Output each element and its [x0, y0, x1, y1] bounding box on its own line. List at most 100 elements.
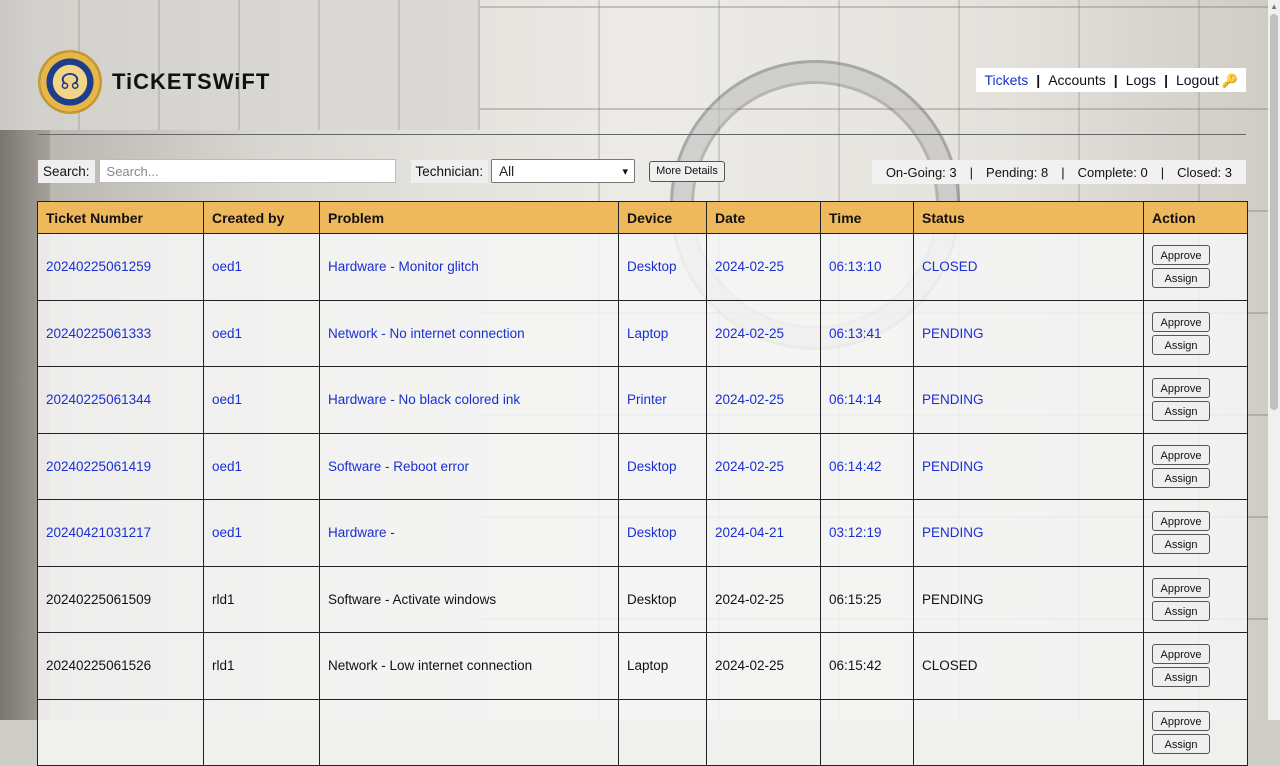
- cell-time[interactable]: 06:14:14: [820, 366, 914, 434]
- approve-button[interactable]: Approve: [1152, 444, 1210, 465]
- technician-select[interactable]: All ▾: [491, 159, 636, 183]
- cell-device[interactable]: Printer: [618, 366, 707, 434]
- nav-logout-label: Logout: [1175, 71, 1219, 88]
- tickets-table: Ticket Number Created by Problem Device …: [37, 201, 1248, 766]
- cell-status[interactable]: PENDING: [913, 499, 1144, 567]
- approve-button[interactable]: Approve: [1152, 511, 1210, 532]
- cell-problem: Network - Low internet connection: [319, 632, 619, 700]
- cell-created-by[interactable]: oed1: [203, 432, 320, 500]
- cell-status[interactable]: CLOSED: [913, 233, 1144, 301]
- nav-tickets[interactable]: Tickets: [984, 72, 1028, 88]
- cell-created-by: rld1: [203, 632, 320, 700]
- cell-device: Desktop: [618, 565, 707, 633]
- col-device: Device: [618, 201, 707, 234]
- approve-button[interactable]: Approve: [1152, 245, 1210, 266]
- nav-logout[interactable]: Logout 🔑: [1176, 72, 1238, 89]
- table-row[interactable]: 20240225061333 oed1 Network - No internet …: [37, 299, 1248, 367]
- cell-device[interactable]: Laptop: [618, 299, 707, 367]
- racing-commission-seal-icon: ☊: [38, 50, 102, 114]
- assign-button[interactable]: Assign: [1152, 733, 1210, 754]
- cell-ticket-number[interactable]: 20240225061259: [37, 233, 204, 301]
- cell-device[interactable]: Desktop: [618, 432, 707, 500]
- assign-button[interactable]: Assign: [1152, 334, 1210, 355]
- approve-button[interactable]: Approve: [1152, 378, 1210, 399]
- table-row[interactable]: 20240225061259 oed1 Hardware - Monitor gli…: [37, 233, 1248, 301]
- nav-logs[interactable]: Logs: [1126, 72, 1156, 88]
- cell-created-by[interactable]: oed1: [203, 233, 320, 301]
- cell-ticket-number: [37, 698, 204, 766]
- cell-device[interactable]: Desktop: [618, 499, 707, 567]
- cell-problem[interactable]: Hardware -: [319, 499, 619, 567]
- assign-button[interactable]: Assign: [1152, 600, 1210, 621]
- brand-logo: ☊ TiCKETSWiFT: [38, 50, 270, 114]
- cell-time: [820, 698, 914, 766]
- cell-date[interactable]: 2024-02-25: [706, 233, 821, 301]
- cell-date: 2024-02-25: [706, 565, 821, 633]
- assign-button[interactable]: Assign: [1152, 667, 1210, 688]
- cell-date[interactable]: 2024-02-25: [706, 432, 821, 500]
- cell-date[interactable]: 2024-02-25: [706, 366, 821, 434]
- cell-status: PENDING: [913, 565, 1144, 633]
- cell-problem[interactable]: Network - No internet connection: [319, 299, 619, 367]
- cell-problem: [319, 698, 619, 766]
- approve-button[interactable]: Approve: [1152, 311, 1210, 332]
- cell-problem[interactable]: Software - Reboot error: [319, 432, 619, 500]
- search-input[interactable]: [98, 159, 396, 183]
- cell-time[interactable]: 06:13:10: [820, 233, 914, 301]
- nav-separator: |: [1036, 72, 1041, 88]
- cell-status[interactable]: PENDING: [913, 366, 1144, 434]
- nav-accounts[interactable]: Accounts: [1048, 72, 1106, 88]
- cell-time[interactable]: 06:14:42: [820, 432, 914, 500]
- cell-ticket-number[interactable]: 20240225061333: [37, 299, 204, 367]
- top-nav: Tickets | Accounts | Logs | Logout 🔑: [976, 68, 1246, 92]
- cell-date[interactable]: 2024-02-25: [706, 299, 821, 367]
- status-summary: On-Going: 3 | Pending: 8 | Complete: 0 |…: [871, 160, 1246, 184]
- page-scrollbar[interactable]: ▲: [1268, 0, 1280, 720]
- assign-button[interactable]: Assign: [1152, 268, 1210, 289]
- chevron-down-icon: ▾: [622, 165, 629, 178]
- page: ☊ TiCKETSWiFT Tickets | Accounts | Logs …: [0, 0, 1280, 766]
- approve-button[interactable]: Approve: [1152, 644, 1210, 665]
- cell-action: Approve Assign: [1143, 565, 1248, 633]
- assign-button[interactable]: Assign: [1152, 467, 1210, 488]
- nav-separator: |: [1113, 72, 1118, 88]
- cell-time[interactable]: 03:12:19: [820, 499, 914, 567]
- cell-action: Approve Assign: [1143, 698, 1248, 766]
- cell-created-by[interactable]: oed1: [203, 299, 320, 367]
- more-details-button[interactable]: More Details: [649, 160, 725, 182]
- stat-ongoing: On-Going: 3: [885, 164, 957, 180]
- cell-date: [706, 698, 821, 766]
- cell-device: Laptop: [618, 632, 707, 700]
- cell-problem[interactable]: Hardware - Monitor glitch: [319, 233, 619, 301]
- cell-status[interactable]: PENDING: [913, 432, 1144, 500]
- cell-created-by[interactable]: oed1: [203, 499, 320, 567]
- cell-device[interactable]: Desktop: [618, 233, 707, 301]
- technician-select-value: All: [499, 163, 515, 179]
- col-date: Date: [706, 201, 821, 234]
- scroll-thumb[interactable]: [1270, 14, 1278, 410]
- cell-ticket-number[interactable]: 20240225061419: [37, 432, 204, 500]
- cell-action: Approve Assign: [1143, 233, 1248, 301]
- cell-date[interactable]: 2024-04-21: [706, 499, 821, 567]
- header-divider: [38, 134, 1246, 135]
- cell-ticket-number: 20240225061526: [37, 632, 204, 700]
- approve-button[interactable]: Approve: [1152, 577, 1210, 598]
- cell-ticket-number[interactable]: 20240225061344: [37, 366, 204, 434]
- col-ticket-number: Ticket Number: [37, 201, 204, 234]
- assign-button[interactable]: Assign: [1152, 534, 1210, 555]
- cell-status[interactable]: PENDING: [913, 299, 1144, 367]
- approve-button[interactable]: Approve: [1152, 710, 1210, 731]
- cell-time[interactable]: 06:13:41: [820, 299, 914, 367]
- table-row[interactable]: 20240225061344 oed1 Hardware - No black co…: [37, 366, 1248, 434]
- search-label: Search:: [38, 159, 95, 183]
- table-row[interactable]: 20240225061419 oed1 Software - Reboot erro…: [37, 432, 1248, 500]
- cell-created-by[interactable]: oed1: [203, 366, 320, 434]
- assign-button[interactable]: Assign: [1152, 401, 1210, 422]
- scroll-up-icon[interactable]: ▲: [1270, 2, 1278, 11]
- key-icon: 🔑: [1221, 72, 1238, 88]
- cell-problem[interactable]: Hardware - No black colored ink: [319, 366, 619, 434]
- table-row[interactable]: 20240421031217 oed1 Hardware - Desktop 2024-…: [37, 499, 1248, 567]
- cell-ticket-number[interactable]: 20240421031217: [37, 499, 204, 567]
- table-row: Approve Assign: [37, 698, 1248, 766]
- table-header-row: Ticket Number Created by Problem Device …: [37, 201, 1248, 234]
